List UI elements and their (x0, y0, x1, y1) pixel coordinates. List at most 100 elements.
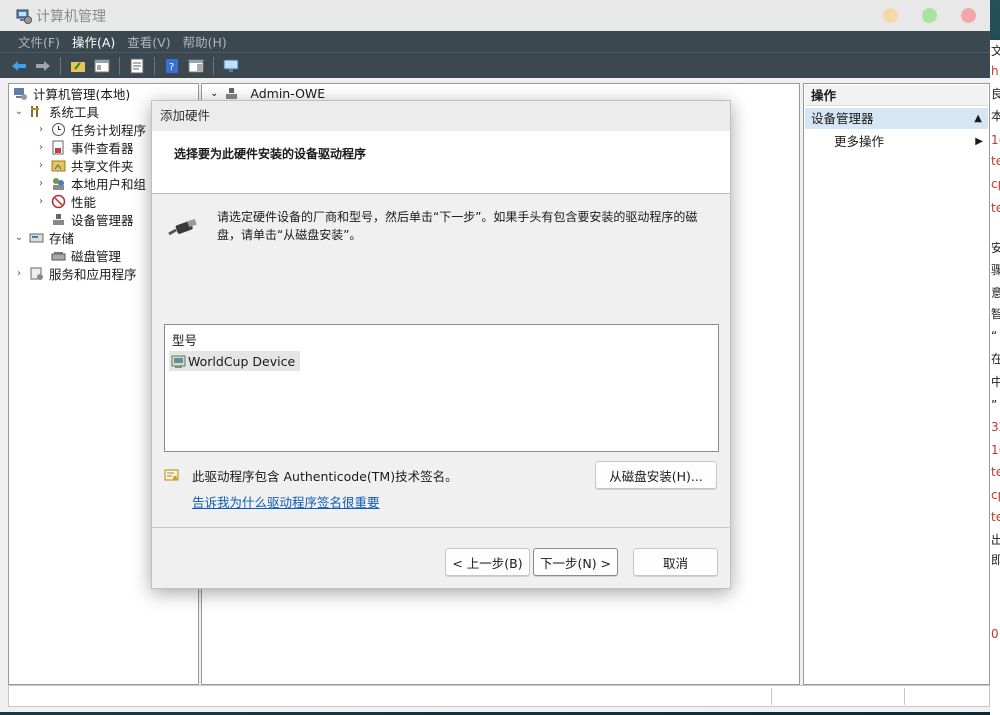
more-actions-label: 更多操作 (834, 134, 885, 149)
status-divider (904, 688, 905, 705)
tree-item-disk-management[interactable]: 磁盘管理 (51, 246, 121, 264)
chevron-right-icon[interactable]: › (35, 124, 47, 135)
tree-item-system-tools[interactable]: ⌄ 系统工具 (13, 102, 99, 120)
help-icon[interactable]: ? (163, 57, 181, 75)
back-arrow-icon[interactable] (10, 57, 28, 75)
chevron-right-icon[interactable]: › (35, 160, 47, 171)
title-bar: 计算机管理 (0, 0, 990, 31)
forward-arrow-icon[interactable] (34, 57, 52, 75)
toolbar: ? (0, 52, 990, 78)
driver-icon (171, 354, 186, 369)
background-text: cp (991, 177, 1000, 191)
chevron-down-icon[interactable]: ⌄ (13, 232, 25, 243)
toolbar-separator (213, 56, 214, 75)
background-text: 意 (991, 286, 1000, 300)
dialog-instruction: 请选定硬件设备的厂商和型号，然后单击“下一步”。如果手头有包含要安装的驱动程序的… (217, 210, 698, 242)
tree-item-root[interactable]: 计算机管理(本地) (13, 84, 130, 102)
actions-header: 操作 (805, 85, 988, 106)
submenu-arrow-icon: ▶ (975, 136, 983, 147)
tree-item-shared-folders[interactable]: › 共享文件夹 (35, 156, 134, 174)
menu-file[interactable]: 文件(F) (12, 32, 66, 51)
back-button[interactable]: < 上一步(B) (445, 548, 530, 576)
background-text: h (991, 64, 999, 78)
chevron-right-icon[interactable]: › (35, 178, 47, 189)
background-text: 1( (991, 133, 1000, 147)
properties-icon[interactable] (128, 57, 146, 75)
dialog-heading: 选择要为此硬件安装的设备驱动程序 (174, 147, 367, 161)
next-button[interactable]: 下一步(N) > (533, 548, 618, 576)
tree-item-storage[interactable]: ⌄ 存储 (13, 228, 74, 246)
background-text: 文 (991, 44, 1000, 58)
tree-item-local-users[interactable]: › 本地用户和组 (35, 174, 146, 192)
add-hardware-dialog: 添加硬件 选择要为此硬件安装的设备驱动程序 请选定硬件设备的厂商和型号，然后单击… (151, 100, 731, 589)
background-text: 在 (991, 352, 1000, 366)
tree-item-services-apps[interactable]: › 服务和应用程序 (13, 264, 137, 282)
toolbar-separator (119, 56, 120, 75)
tree-item-device-manager[interactable]: 设备管理器 (51, 210, 134, 228)
monitor-icon[interactable] (222, 57, 240, 75)
background-text: te (991, 154, 1000, 168)
tree-label: 系统工具 (49, 104, 100, 120)
background-text: ” (991, 398, 998, 412)
background-text: te (991, 201, 1000, 215)
certificate-icon (164, 468, 179, 483)
computer-management-window: 计算机管理 文件(F) 操作(A) 查看(V) 帮助(H) ? 计算机管理(本地… (0, 0, 990, 712)
up-folder-icon[interactable] (69, 57, 87, 75)
chevron-right-icon[interactable]: › (13, 268, 25, 279)
background-window-edge: 文h良本 1(te cp te 安骤意智 “ 在中 ” 32 1(te cp te 出即 0 (990, 40, 1000, 715)
tree-item-task-scheduler[interactable]: › 任务计划程序 (35, 120, 146, 138)
minimize-button[interactable] (883, 8, 898, 23)
disk-icon (51, 248, 66, 263)
show-hide-tree-icon[interactable] (93, 57, 111, 75)
tree-label: 事件查看器 (71, 140, 134, 156)
list-item[interactable]: WorldCup Device (169, 351, 301, 371)
background-text: 32 (991, 420, 1000, 434)
cancel-button[interactable]: 取消 (633, 548, 718, 576)
background-text: 即 (991, 553, 1000, 567)
background-text: te (991, 510, 1000, 524)
actions-pane: 操作 设备管理器 ▲ 更多操作 ▶ (803, 83, 990, 685)
background-text: 安 (991, 241, 1000, 255)
services-icon (29, 266, 44, 281)
chevron-right-icon[interactable]: › (35, 142, 47, 153)
background-text: te (991, 465, 1000, 479)
model-listbox[interactable]: 型号 WorldCup Device (164, 324, 719, 452)
status-bar (8, 685, 990, 707)
model-column-header: 型号 (172, 333, 198, 348)
actions-section-device-manager[interactable]: 设备管理器 ▲ (805, 108, 988, 129)
background-text: 骤 (991, 263, 1000, 277)
background-text: 良 (991, 87, 1000, 101)
signature-info-link[interactable]: 告诉我为什么驱动程序签名很重要 (192, 492, 380, 511)
svg-text:?: ? (169, 62, 174, 73)
performance-icon (51, 194, 66, 209)
background-text: cp (991, 488, 1000, 502)
chevron-down-icon[interactable]: ⌄ (13, 106, 25, 117)
menu-help[interactable]: 帮助(H) (177, 32, 233, 51)
more-actions-item[interactable]: 更多操作 ▶ (834, 132, 987, 152)
collapse-up-icon[interactable]: ▲ (974, 108, 982, 129)
tree-item-event-viewer[interactable]: › 事件查看器 (35, 138, 134, 156)
dialog-separator (152, 527, 730, 528)
menu-view[interactable]: 查看(V) (121, 32, 176, 51)
close-button[interactable] (961, 8, 976, 23)
dialog-header: 选择要为此硬件安装的设备驱动程序 (152, 131, 730, 194)
menu-action[interactable]: 操作(A) (66, 32, 121, 51)
have-disk-button[interactable]: 从磁盘安装(H)... (595, 461, 717, 489)
device-manager-icon (51, 212, 66, 227)
chevron-down-icon[interactable]: ⌄ (210, 88, 218, 99)
tree-label: 设备管理器 (71, 212, 134, 228)
storage-icon (29, 230, 44, 245)
maximize-button[interactable] (922, 8, 937, 23)
chevron-right-icon[interactable]: › (35, 196, 47, 207)
tree-item-performance[interactable]: › 性能 (35, 192, 96, 210)
usb-plug-icon (166, 215, 198, 239)
action-pane-icon[interactable] (187, 57, 205, 75)
background-text: 智 (991, 307, 1000, 321)
background-text: 0 (991, 627, 999, 641)
window-title: 计算机管理 (36, 8, 106, 25)
tree-label: 本地用户和组 (71, 176, 147, 192)
users-icon (51, 176, 66, 191)
tree-label: 存储 (49, 230, 75, 246)
background-text: 出 (991, 533, 1000, 547)
computer-node[interactable]: ⌄ Admin-OWE (210, 86, 325, 101)
